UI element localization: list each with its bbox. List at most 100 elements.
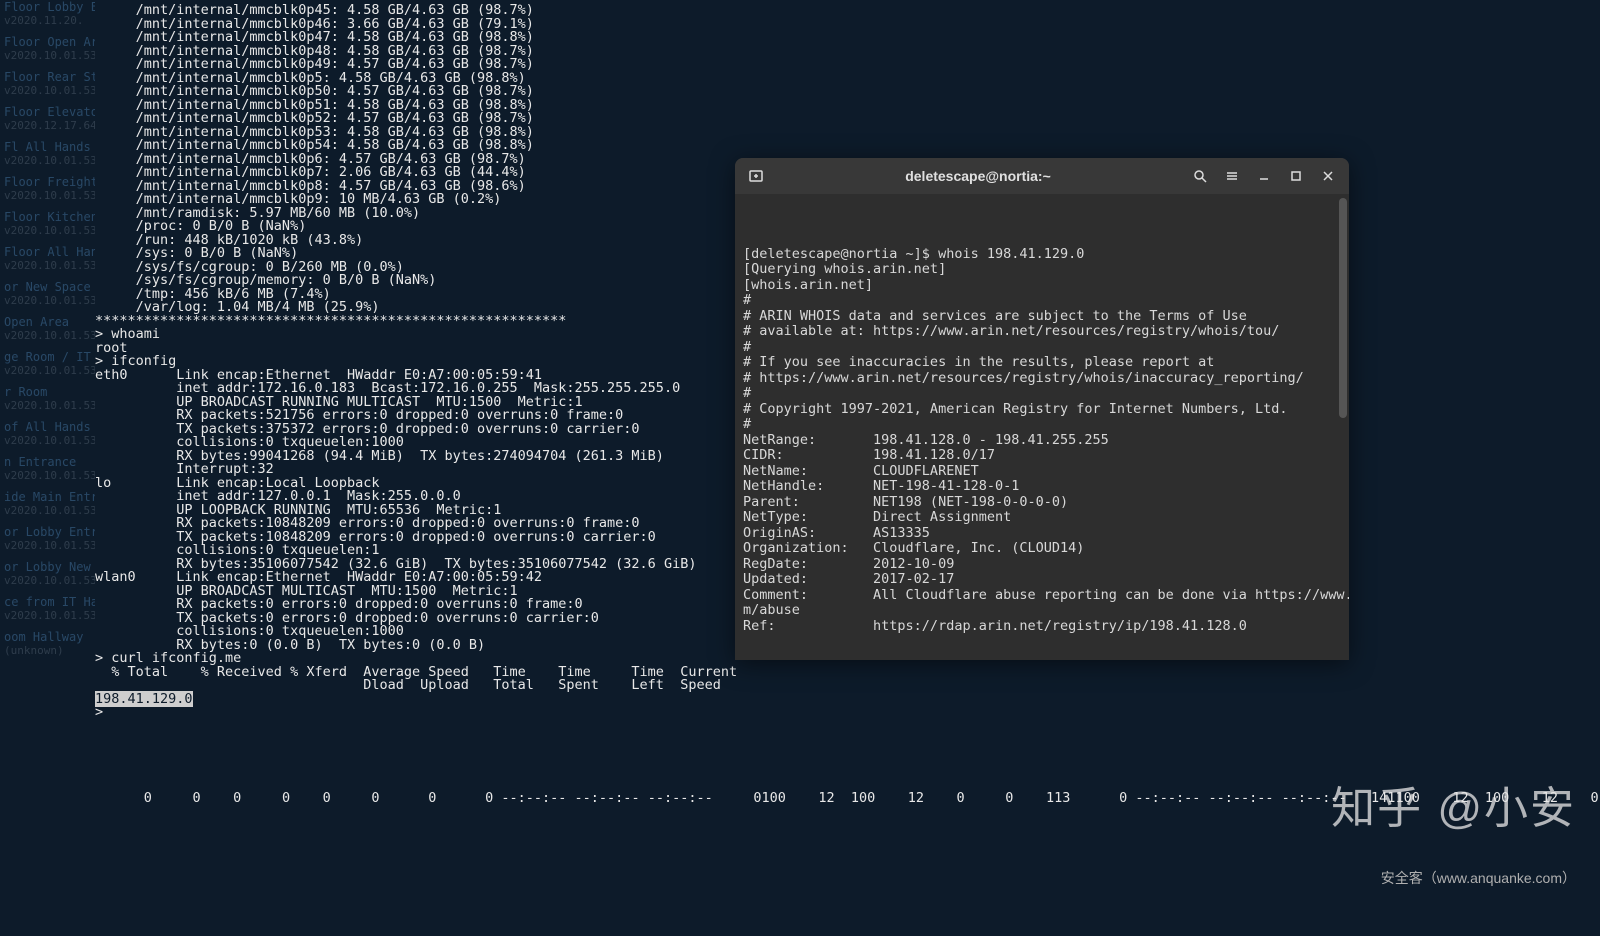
sidebar-item-title: r Room xyxy=(4,385,95,399)
sidebar-item[interactable]: of All Handsv2020.10.01.53 xyxy=(0,420,95,447)
sidebar-item-title: or Lobby New xyxy=(4,560,95,574)
whois-line: Comment: All Cloudflare abuse reporting … xyxy=(743,588,1341,604)
sidebar-item-version: v2020.10.01.53 xyxy=(4,189,95,202)
sidebar-item-title: Floor Lobby En xyxy=(4,0,95,14)
sidebar-item-title: ce from IT Ha xyxy=(4,595,95,609)
sidebar-item-version: v2020.10.01.53 xyxy=(4,49,95,62)
whois-line: m/abuse xyxy=(743,603,1341,619)
sidebar-item[interactable]: Floor All Handsv2020.10.01.53 xyxy=(0,245,95,272)
whois-line: NetRange: 198.41.128.0 - 198.41.255.255 xyxy=(743,433,1341,449)
sidebar-item-title: Fl All Hands xyxy=(4,140,95,154)
sidebar-item-version: v2020.10.01.53 xyxy=(4,399,95,412)
footer-attribution: 安全客（www.anquanke.com） xyxy=(1381,868,1576,888)
whois-line: # xyxy=(743,293,1341,309)
sidebar-item[interactable]: Fl All Handsv2020.10.01.53 xyxy=(0,140,95,167)
sidebar-item-title: Floor Rear Stai xyxy=(4,70,95,84)
sidebar-item-title: of All Hands xyxy=(4,420,95,434)
sidebar-item-title: oom Hallway xyxy=(4,630,95,644)
sidebar-camera-list: Floor Lobby Env2020.11.20. Floor Open Are… xyxy=(0,0,95,936)
sidebar-item-title: or Lobby Entra xyxy=(4,525,95,539)
sidebar-item-title: Floor Open Area xyxy=(4,35,95,49)
sidebar-item-version: v2020.10.01.53 xyxy=(4,469,95,482)
whois-line: # xyxy=(743,386,1341,402)
terminal-window: deletescape@nortia:~ [deletescape@nortia… xyxy=(735,158,1349,660)
whois-line: # available at: https://www.arin.net/res… xyxy=(743,324,1341,340)
sidebar-item[interactable]: or New Spacev2020.10.01.53 xyxy=(0,280,95,307)
sidebar-item-version: v2020.10.01.53 xyxy=(4,294,95,307)
hamburger-icon xyxy=(1225,169,1239,183)
shell-prompt: [deletescape@nortia ~]$ whois 198.41.129… xyxy=(743,247,1341,263)
scrollbar[interactable] xyxy=(1339,198,1347,418)
minimize-icon xyxy=(1257,169,1271,183)
sidebar-item-title: ge Room / IT R xyxy=(4,350,95,364)
sidebar-item[interactable]: or Lobby Newv2020.10.01.53 xyxy=(0,560,95,587)
maximize-button[interactable] xyxy=(1281,163,1311,189)
whois-line: NetName: CLOUDFLARENET xyxy=(743,464,1341,480)
sidebar-item-title: Open Area xyxy=(4,315,95,329)
sidebar-item[interactable]: Floor Lobby Env2020.11.20. xyxy=(0,0,95,27)
sidebar-item[interactable]: ge Room / IT Rv2020.10.01.53 xyxy=(0,350,95,377)
whois-line: Updated: 2017-02-17 xyxy=(743,572,1341,588)
whois-line: [whois.arin.net] xyxy=(743,278,1341,294)
sidebar-item-version: v2020.10.01.53 xyxy=(4,154,95,167)
sidebar-item[interactable]: Floor Open Areav2020.10.01.53 xyxy=(0,35,95,62)
sidebar-item[interactable]: r Roomv2020.10.01.53 xyxy=(0,385,95,412)
sidebar-item[interactable]: n Entrancev2020.10.01.53 xyxy=(0,455,95,482)
sidebar-item-version: v2020.10.01.53 xyxy=(4,574,95,587)
whois-line: [Querying whois.arin.net] xyxy=(743,262,1341,278)
curl-header: Dload Upload Total Spent Left Speed xyxy=(95,679,1600,693)
menu-button[interactable] xyxy=(1217,163,1247,189)
sidebar-item[interactable]: Floor Rear Staiv2020.10.01.53 xyxy=(0,70,95,97)
sidebar-item-title: or New Space xyxy=(4,280,95,294)
close-icon xyxy=(1321,169,1335,183)
sidebar-item-title: Floor Kitchen xyxy=(4,210,95,224)
new-tab-button[interactable] xyxy=(741,163,771,189)
sidebar-item-title: Floor All Hands xyxy=(4,245,95,259)
sidebar-item-version: v2020.10.01.53 xyxy=(4,539,95,552)
sidebar-item-version: v2020.10.01.53 xyxy=(4,259,95,272)
search-button[interactable] xyxy=(1185,163,1215,189)
curl-result-ip: 198.41.129.0 xyxy=(95,693,1600,707)
whois-line: Parent: NET198 (NET-198-0-0-0-0) xyxy=(743,495,1341,511)
terminal-body[interactable]: [deletescape@nortia ~]$ whois 198.41.129… xyxy=(735,194,1349,660)
sidebar-item-version: v2020.10.01.53 xyxy=(4,609,95,622)
whois-line: Ref: https://rdap.arin.net/registry/ip/1… xyxy=(743,619,1341,635)
sidebar-item[interactable]: Floor Freight Elv2020.10.01.53 xyxy=(0,175,95,202)
close-button[interactable] xyxy=(1313,163,1343,189)
titlebar: deletescape@nortia:~ xyxy=(735,158,1349,194)
whois-line: # ARIN WHOIS data and services are subje… xyxy=(743,309,1341,325)
whois-line: OriginAS: AS13335 xyxy=(743,526,1341,542)
minimize-button[interactable] xyxy=(1249,163,1279,189)
sidebar-item-title: Floor Elevator L xyxy=(4,105,95,119)
sidebar-item[interactable]: Floor Elevator Lv2020.12.17.642 xyxy=(0,105,95,132)
sidebar-item-version: (unknown) xyxy=(4,644,95,657)
sidebar-item[interactable]: or Lobby Entrav2020.10.01.53 xyxy=(0,525,95,552)
search-icon xyxy=(1193,169,1207,183)
whois-line: CIDR: 198.41.128.0/17 xyxy=(743,448,1341,464)
whois-line: RegDate: 2012-10-09 xyxy=(743,557,1341,573)
whois-line: Organization: Cloudflare, Inc. (CLOUD14) xyxy=(743,541,1341,557)
sidebar-item[interactable]: Open Areav2020.10.01.53 xyxy=(0,315,95,342)
whois-line: # https://www.arin.net/resources/registr… xyxy=(743,371,1341,387)
sidebar-item[interactable]: ce from IT Hav2020.10.01.53 xyxy=(0,595,95,622)
sidebar-item-title: ide Main Entra xyxy=(4,490,95,504)
sidebar-item-version: v2020.12.17.642 xyxy=(4,119,95,132)
whois-line: # xyxy=(743,340,1341,356)
whois-line: # If you see inaccuracies in the results… xyxy=(743,355,1341,371)
sidebar-item-title: Floor Freight El xyxy=(4,175,95,189)
sidebar-item-version: v2020.10.01.53 xyxy=(4,84,95,97)
sidebar-item-title: n Entrance xyxy=(4,455,95,469)
sidebar-item[interactable]: ide Main Entrav2020.10.01.53 xyxy=(0,490,95,517)
command-prompt: > xyxy=(95,706,1600,720)
sidebar-item[interactable]: oom Hallway(unknown) xyxy=(0,630,95,657)
terminal-plus-icon xyxy=(748,168,764,184)
whois-line: NetType: Direct Assignment xyxy=(743,510,1341,526)
sidebar-item-version: v2020.10.01.53 xyxy=(4,434,95,447)
maximize-icon xyxy=(1289,169,1303,183)
whois-line: # Copyright 1997-2021, American Registry… xyxy=(743,402,1341,418)
sidebar-item[interactable]: Floor Kitchenv2020.10.01.53 xyxy=(0,210,95,237)
sidebar-item-version: v2020.11.20. xyxy=(4,14,95,27)
sidebar-item-version: v2020.10.01.53 xyxy=(4,224,95,237)
whois-line: # xyxy=(743,417,1341,433)
window-title: deletescape@nortia:~ xyxy=(771,168,1185,184)
